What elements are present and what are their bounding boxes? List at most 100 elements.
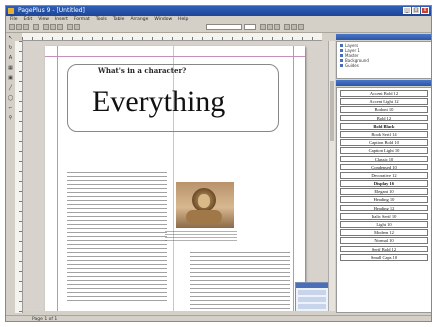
menu-bar: File Edit View Insert Format Tools Table…	[6, 16, 431, 23]
body-text-column-right[interactable]	[190, 252, 290, 311]
margin-guide-right	[293, 46, 294, 311]
italic-icon[interactable]	[267, 24, 273, 30]
picture-tool-icon[interactable]: ▣	[7, 75, 14, 81]
menu-view[interactable]: View	[38, 16, 49, 23]
copy-icon[interactable]	[50, 24, 56, 30]
menu-file[interactable]: File	[10, 16, 18, 23]
pointer-tool-icon[interactable]: ↖	[7, 35, 14, 41]
line-tool-icon[interactable]: ╱	[7, 85, 14, 91]
mini-toolbar-row[interactable]	[298, 297, 326, 302]
layer-row[interactable]: Guides	[340, 63, 428, 68]
floating-mini-toolbar[interactable]	[295, 282, 328, 311]
text-styles-panel: Accent Bold 12 Accent Light 12 Bodoni 10 Bo…	[336, 87, 431, 313]
photo-caption[interactable]	[165, 231, 237, 241]
style-item[interactable]: Serif Bold 12	[340, 245, 428, 253]
style-item[interactable]: Bodoni 10	[340, 106, 428, 114]
window-title: PagePlus 9 - [Untitled]	[18, 7, 85, 14]
body-text-column-left[interactable]	[67, 172, 167, 302]
layer-icon	[340, 44, 343, 47]
style-item[interactable]: Italic Serif 10	[340, 212, 428, 220]
margin-guide-left	[57, 46, 58, 311]
align-left-icon[interactable]	[284, 24, 290, 30]
font-combo[interactable]	[206, 24, 242, 30]
align-center-icon[interactable]	[291, 24, 297, 30]
crop-tool-icon[interactable]: ⌐	[7, 105, 14, 111]
page-status: Page 1 of 1	[32, 317, 58, 322]
align-right-icon[interactable]	[298, 24, 304, 30]
style-item[interactable]: Modern 12	[340, 229, 428, 236]
menu-help[interactable]: Help	[178, 16, 188, 23]
redo-icon[interactable]	[74, 24, 80, 30]
style-item[interactable]: Caption Bold 10	[340, 139, 428, 146]
close-button[interactable]: x	[421, 7, 429, 14]
menu-window[interactable]: Window	[154, 16, 172, 23]
headline-frame[interactable]: What's in a character? Everything	[67, 64, 279, 132]
style-item[interactable]: Normal 10	[340, 237, 428, 245]
menu-tools[interactable]: Tools	[96, 16, 107, 23]
document-workspace: What's in a character? Everything	[23, 41, 328, 311]
layer-icon	[340, 54, 343, 57]
lion-photo[interactable]	[176, 182, 234, 228]
underline-icon[interactable]	[274, 24, 280, 30]
layer-icon	[340, 59, 343, 62]
mini-toolbar-row[interactable]	[298, 290, 326, 295]
title-bar: PagePlus 9 - [Untitled] _ □ x	[6, 6, 431, 16]
style-item[interactable]: Bold 12	[340, 114, 428, 122]
style-item[interactable]: Accent Light 12	[340, 98, 428, 105]
zoom-tool-icon[interactable]: ⚲	[7, 115, 14, 121]
print-icon[interactable]	[33, 24, 39, 30]
headline-text[interactable]: Everything	[92, 87, 225, 117]
style-item[interactable]: Accent Bold 12	[340, 90, 428, 97]
style-item[interactable]: Caption Light 10	[340, 147, 428, 155]
vertical-scrollbar[interactable]	[328, 41, 335, 311]
mini-toolbar-title	[296, 283, 328, 288]
new-icon[interactable]	[9, 24, 15, 30]
scrollbar-thumb[interactable]	[330, 81, 334, 141]
layer-icon	[340, 49, 343, 52]
styles-panel-header[interactable]	[336, 80, 431, 86]
document-page[interactable]: What's in a character? Everything	[45, 46, 305, 311]
size-combo[interactable]	[244, 24, 256, 30]
style-item[interactable]: Bold Black	[340, 122, 428, 130]
text-tool-icon[interactable]: A	[7, 55, 14, 61]
app-window: PagePlus 9 - [Untitled] _ □ x File Edit …	[5, 5, 432, 322]
style-item[interactable]: Book Serif 14	[340, 130, 428, 138]
style-item[interactable]: Condensed 10	[340, 163, 428, 171]
style-item[interactable]: Light 10	[340, 221, 428, 228]
app-icon	[8, 8, 14, 14]
style-item[interactable]: Display 16	[340, 180, 428, 187]
layer-icon	[340, 64, 343, 67]
style-item[interactable]: Decorative 12	[340, 171, 428, 179]
bold-icon[interactable]	[260, 24, 266, 30]
menu-arrange[interactable]: Arrange	[130, 16, 148, 23]
minimize-button[interactable]: _	[403, 7, 411, 14]
status-bar: Page 1 of 1	[6, 315, 431, 322]
shape-tool-icon[interactable]: ◯	[7, 95, 14, 101]
style-item[interactable]: Elegant 10	[340, 188, 428, 196]
menu-table[interactable]: Table	[113, 16, 125, 23]
open-icon[interactable]	[16, 24, 22, 30]
cut-icon[interactable]	[43, 24, 49, 30]
mini-toolbar-row[interactable]	[298, 304, 326, 309]
lion-face	[198, 194, 210, 208]
maximize-button[interactable]: □	[412, 7, 420, 14]
rotate-tool-icon[interactable]: ↻	[7, 45, 14, 51]
layers-panel-header[interactable]	[336, 34, 431, 40]
save-icon[interactable]	[23, 24, 29, 30]
vertical-ruler[interactable]	[15, 41, 23, 313]
paste-icon[interactable]	[57, 24, 63, 30]
menu-format[interactable]: Format	[74, 16, 90, 23]
style-item[interactable]: Heading 12	[340, 204, 428, 212]
lion-body	[186, 210, 222, 224]
menu-insert[interactable]: Insert	[55, 16, 68, 23]
horizontal-ruler[interactable]	[22, 33, 322, 41]
standard-toolbar	[6, 23, 431, 33]
studio-panel: Layers Layer 1 Master Background Guides …	[335, 33, 431, 315]
style-item[interactable]: Classic 10	[340, 155, 428, 163]
tools-toolbox: ↖ ↻ A ▦ ▣ ╱ ◯ ⌐ ⚲	[6, 33, 15, 313]
menu-edit[interactable]: Edit	[24, 16, 33, 23]
undo-icon[interactable]	[67, 24, 73, 30]
style-item[interactable]: Heading 10	[340, 196, 428, 204]
style-item[interactable]: Small Caps 10	[340, 253, 428, 261]
table-tool-icon[interactable]: ▦	[7, 65, 14, 71]
